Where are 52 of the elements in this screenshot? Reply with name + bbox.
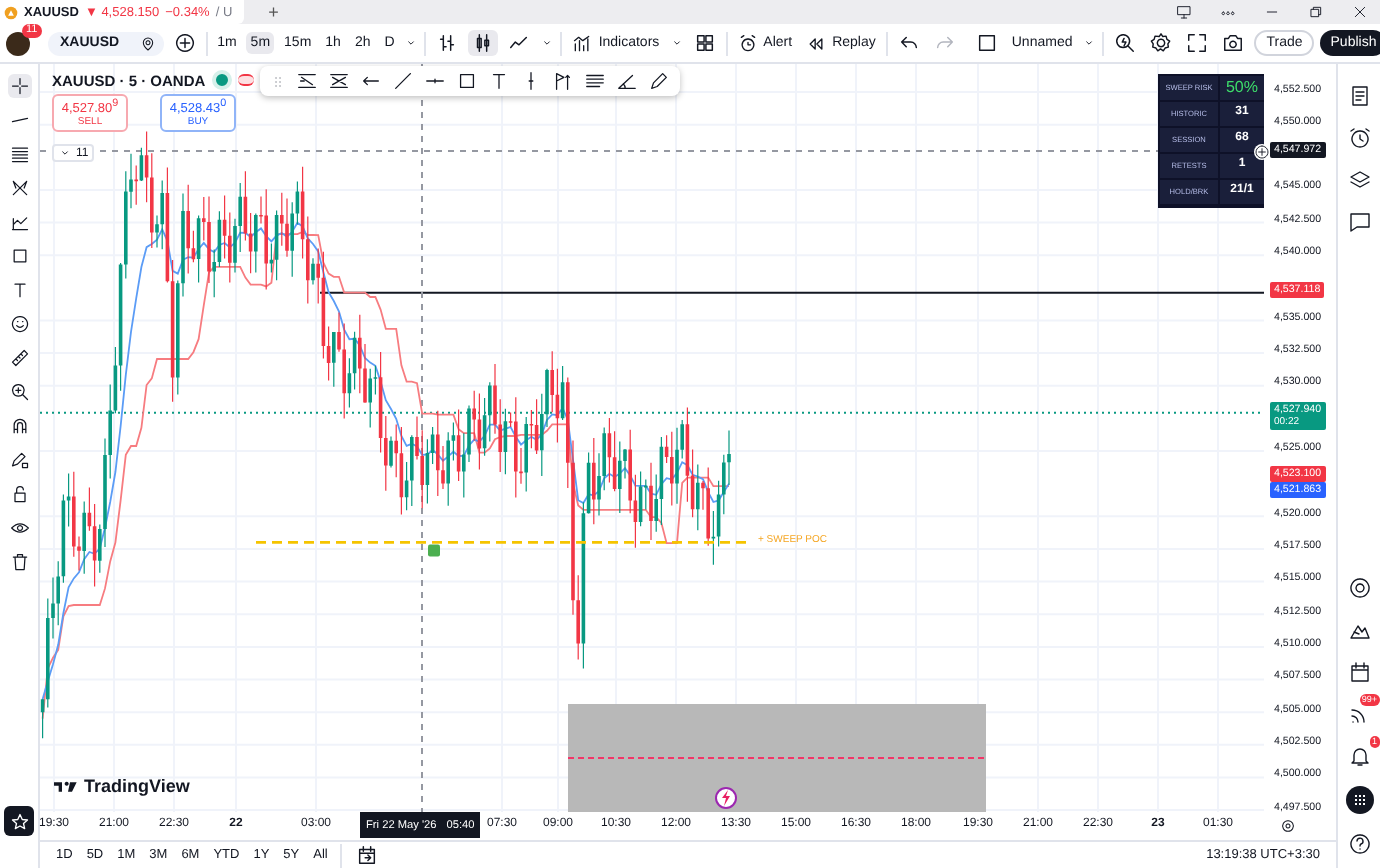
- bell-icon[interactable]: [1347, 744, 1371, 768]
- crosshair-icon[interactable]: [7, 74, 31, 98]
- candle-style-icon[interactable]: [468, 30, 499, 56]
- pin-icon: [139, 35, 156, 51]
- pencil-icon[interactable]: [648, 70, 670, 92]
- caret-icon: [58, 146, 72, 161]
- regression-icon[interactable]: [328, 70, 350, 92]
- target-icon[interactable]: [1347, 576, 1371, 600]
- chat-icon[interactable]: [1347, 210, 1371, 234]
- rectangle-icon[interactable]: [456, 70, 478, 92]
- indicators-icon: [572, 33, 593, 53]
- caret-icon[interactable]: [669, 36, 684, 50]
- lines-icon[interactable]: [584, 70, 606, 92]
- favorites-button[interactable]: [4, 806, 34, 836]
- restore-icon[interactable]: [1308, 4, 1324, 20]
- price-chart[interactable]: [40, 64, 1264, 812]
- flag-marker-icon: [428, 544, 440, 557]
- trend-line-icon[interactable]: [392, 70, 414, 92]
- caret-icon[interactable]: [404, 36, 419, 50]
- caret-icon[interactable]: [540, 36, 555, 50]
- pencil-lock-icon[interactable]: [7, 448, 31, 472]
- smiley-icon[interactable]: [7, 312, 31, 336]
- apps-button[interactable]: [1345, 786, 1373, 814]
- angle-icon[interactable]: [616, 70, 638, 92]
- caret-icon[interactable]: [1082, 36, 1097, 50]
- zoom-in-icon[interactable]: [7, 380, 31, 404]
- avatar[interactable]: [6, 31, 30, 55]
- layers-icon[interactable]: [1347, 168, 1371, 192]
- coin-icon: [4, 5, 18, 19]
- notes-icon[interactable]: [1347, 84, 1371, 108]
- data-status-icon: [237, 74, 254, 86]
- replay-icon: [806, 33, 827, 53]
- parallel-lines-icon[interactable]: [7, 142, 31, 166]
- help-icon[interactable]: [1347, 832, 1371, 856]
- new-tab-button[interactable]: +: [268, 2, 279, 22]
- drag-handle-icon[interactable]: [270, 71, 286, 91]
- brand-name: TradingView: [84, 776, 190, 796]
- monitor-icon[interactable]: [1176, 4, 1192, 20]
- market-status-icon: [211, 70, 232, 90]
- close-icon[interactable]: [1352, 4, 1368, 20]
- alarm-clock-icon[interactable]: [1347, 126, 1371, 150]
- logo-icon: [54, 779, 78, 793]
- reset-icon[interactable]: [1280, 818, 1296, 834]
- flag-icon[interactable]: [552, 70, 574, 92]
- alarm-clock-icon: [737, 33, 758, 53]
- ruler-icon[interactable]: [7, 346, 31, 370]
- trash-icon[interactable]: [7, 550, 31, 574]
- star-icon: [9, 811, 29, 831]
- calendar-icon[interactable]: [1347, 660, 1371, 684]
- pattern-icon[interactable]: [7, 176, 31, 200]
- table-cell-text: 50%: [1223, 76, 1260, 100]
- text-icon[interactable]: [488, 70, 510, 92]
